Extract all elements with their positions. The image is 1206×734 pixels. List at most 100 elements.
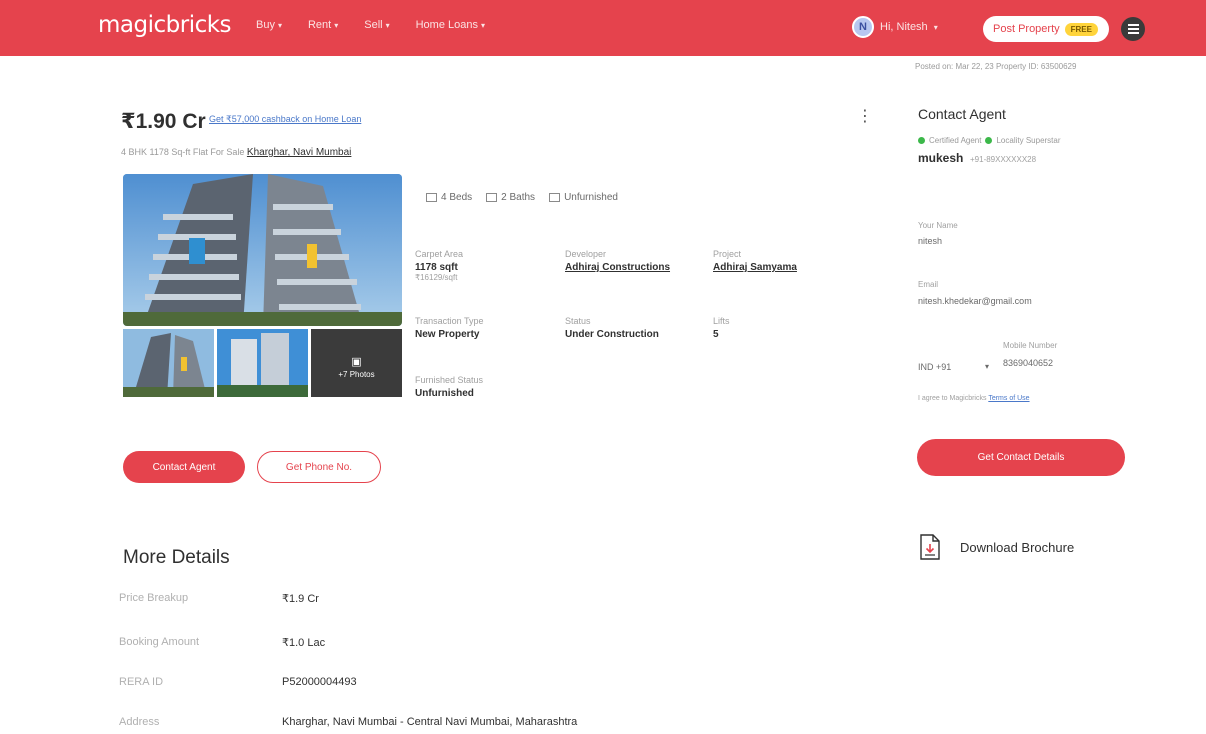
camera-icon: ▣ xyxy=(351,356,362,368)
nav-home-loans-label: Home Loans xyxy=(415,19,478,31)
spec-project: Project Adhiraj Samyama xyxy=(713,249,797,273)
user-menu[interactable]: N Hi, Nitesh ▾ xyxy=(852,16,938,38)
spec-value: New Property xyxy=(415,329,480,340)
nav-buy[interactable]: Buy ▾ xyxy=(256,19,282,31)
magicbricks-logo[interactable]: magicbricks xyxy=(98,12,232,38)
chevron-down-icon: ▾ xyxy=(277,20,282,30)
download-brochure-link[interactable]: Download Brochure xyxy=(960,540,1074,555)
beds-info: 4 Beds xyxy=(426,192,472,203)
superstar-tag: Locality Superstar xyxy=(996,136,1061,145)
photo-thumbnail[interactable] xyxy=(123,329,214,397)
more-options-icon[interactable]: ⋮ xyxy=(857,106,873,126)
contact-agent-button[interactable]: Contact Agent xyxy=(123,451,245,483)
mobile-input[interactable]: 8369040652 xyxy=(1003,358,1053,368)
detail-label: RERA ID xyxy=(119,676,164,688)
post-property-label: Post Property xyxy=(993,23,1060,35)
spec-label: Lifts xyxy=(713,316,730,326)
get-phone-button[interactable]: Get Phone No. xyxy=(257,451,381,483)
chevron-down-icon: ▾ xyxy=(480,20,485,30)
detail-label: Address xyxy=(119,716,160,728)
detail-label: Price Breakup xyxy=(119,592,189,604)
detail-value: ₹1.0 Lac xyxy=(282,637,326,649)
nav-rent[interactable]: Rent ▾ xyxy=(308,19,338,31)
furnishing-info: Unfurnished xyxy=(549,192,618,203)
spec-transaction: Transaction Type New Property xyxy=(415,316,484,340)
furniture-icon xyxy=(549,193,561,202)
free-badge: FREE xyxy=(1064,22,1098,36)
property-subtitle: 4 BHK 1178 Sq-ft Flat For Sale Kharghar,… xyxy=(121,147,351,158)
detail-label: Booking Amount xyxy=(119,636,200,648)
spec-label: Transaction Type xyxy=(415,316,484,326)
spec-value: 1178 sqft xyxy=(415,262,458,273)
chevron-down-icon[interactable]: ▾ xyxy=(985,362,989,371)
detail-value: Kharghar, Navi Mumbai - Central Navi Mum… xyxy=(282,716,578,728)
spec-label: Developer xyxy=(565,249,607,259)
spec-label: Carpet Area xyxy=(415,249,464,259)
project-link[interactable]: Adhiraj Samyama xyxy=(713,262,797,273)
spec-sub: ₹16129/sqft xyxy=(415,273,458,282)
agent-name: mukesh xyxy=(918,151,964,165)
nav-sell[interactable]: Sell ▾ xyxy=(364,19,389,31)
get-contact-details-button[interactable]: Get Contact Details xyxy=(917,439,1125,476)
name-field-label: Your Name xyxy=(918,221,958,230)
chevron-down-icon: ▾ xyxy=(933,22,938,32)
locality-link[interactable]: Kharghar, Navi Mumbai xyxy=(247,147,352,158)
amenities-row: 4 Beds 2 Baths Unfurnished xyxy=(426,192,618,203)
spec-value: Under Construction xyxy=(565,329,659,340)
agent-phone: +91-89XXXXXX28 xyxy=(970,155,1037,164)
spec-developer: Developer Adhiraj Constructions xyxy=(565,249,670,273)
spec-furnished: Furnished Status Unfurnished xyxy=(415,375,483,399)
contact-agent-title: Contact Agent xyxy=(918,106,1006,122)
beds-label: 4 Beds xyxy=(441,192,473,203)
terms-prefix: I agree to Magicbricks xyxy=(918,395,987,402)
terms-link[interactable]: Terms of Use xyxy=(988,395,1029,402)
posted-info: Posted on: Mar 22, 23 Property ID: 63500… xyxy=(915,62,1077,71)
top-navbar: magicbricks Buy ▾ Rent ▾ Sell ▾ Home Loans ▾… xyxy=(0,0,1206,56)
certified-tag: Certified Agent xyxy=(929,136,982,145)
main-nav: Buy ▾ Rent ▾ Sell ▾ Home Loans ▾ xyxy=(256,19,511,31)
developer-link[interactable]: Adhiraj Constructions xyxy=(565,262,670,273)
chevron-down-icon: ▾ xyxy=(385,20,390,30)
cashback-link[interactable]: Get ₹57,000 cashback on Home Loan xyxy=(209,114,361,125)
spec-label: Status xyxy=(565,316,591,326)
baths-label: 2 Baths xyxy=(501,192,536,203)
spec-value: Unfurnished xyxy=(415,388,474,399)
detail-value: ₹1.9 Cr xyxy=(282,593,319,605)
post-property-button[interactable]: Post Property FREE xyxy=(983,16,1109,42)
chevron-down-icon: ▾ xyxy=(334,20,339,30)
photo-thumbnail[interactable] xyxy=(217,329,308,397)
hamburger-menu-icon[interactable] xyxy=(1121,17,1145,41)
spec-label: Project xyxy=(713,249,742,259)
furnishing-label: Unfurnished xyxy=(564,192,618,203)
bath-icon xyxy=(486,193,498,202)
spec-lifts: Lifts 5 xyxy=(713,316,730,340)
spec-label: Furnished Status xyxy=(415,375,484,385)
email-field-label: Email xyxy=(918,280,939,289)
name-input[interactable]: nitesh xyxy=(918,236,1114,246)
more-details-title: More Details xyxy=(123,547,230,568)
more-photos-thumbnail[interactable]: ▣ +7 Photos xyxy=(311,329,402,397)
certified-dot-icon xyxy=(918,137,925,144)
nav-buy-label: Buy xyxy=(256,19,275,31)
terms-text: I agree to Magicbricks Terms of Use xyxy=(918,395,1030,402)
user-name: Hi, Nitesh xyxy=(880,21,928,33)
isd-select[interactable]: IND +91 xyxy=(918,362,951,372)
detail-value: P52000004493 xyxy=(282,676,357,688)
main-property-photo[interactable] xyxy=(123,174,402,326)
email-input[interactable]: nitesh.khedekar@gmail.com xyxy=(918,296,1114,306)
nav-home-loans[interactable]: Home Loans ▾ xyxy=(416,19,485,31)
bed-icon xyxy=(426,193,437,202)
more-photos-overlay: ▣ +7 Photos xyxy=(311,355,402,379)
building-photo-icon xyxy=(123,174,402,326)
mobile-field-label: Mobile Number xyxy=(1003,341,1058,350)
property-price: ₹1.90 Cr xyxy=(121,110,206,133)
nav-rent-label: Rent xyxy=(307,19,332,31)
avatar: N xyxy=(852,16,874,38)
spec-status: Status Under Construction xyxy=(565,316,659,340)
subtitle-text: 4 BHK 1178 Sq-ft Flat For Sale xyxy=(121,147,245,157)
download-brochure-icon[interactable] xyxy=(920,534,940,560)
more-photos-label: +7 Photos xyxy=(338,370,375,379)
baths-info: 2 Baths xyxy=(486,192,535,203)
superstar-dot-icon xyxy=(985,137,993,144)
spec-value: 5 xyxy=(713,329,719,340)
